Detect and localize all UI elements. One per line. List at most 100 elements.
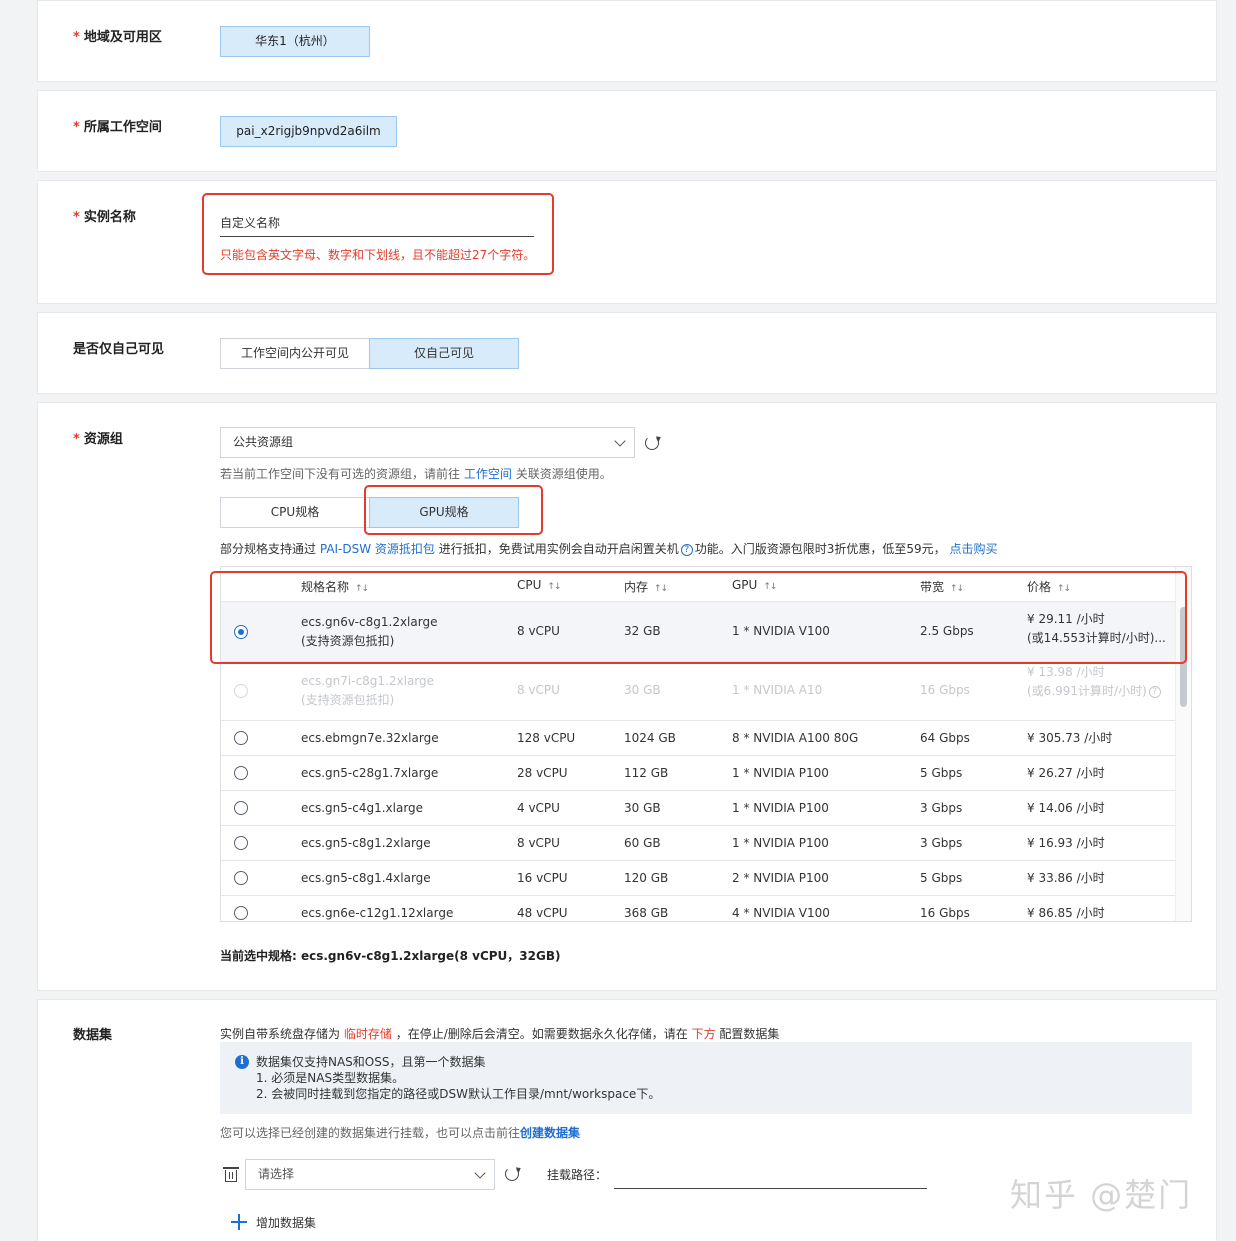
row-mem: 112 GB (624, 766, 669, 780)
row-name: ecs.gn5-c4g1.xlarge (301, 801, 424, 815)
row-cpu: 16 vCPU (517, 871, 568, 885)
region-chip[interactable]: 华东1（杭州） (220, 26, 370, 57)
row-gpu: 2 * NVIDIA P100 (732, 871, 829, 885)
selected-row-highlight (210, 571, 1187, 664)
resource-group-select[interactable]: 公共资源组 (220, 427, 635, 458)
resource-group-section: * 资源组 公共资源组 若当前工作空间下没有可选的资源组，请前往 工作空间 关联资… (37, 402, 1217, 991)
instance-name-hint: 只能包含英文字母、数字和下划线，且不能超过27个字符。 (220, 248, 536, 262)
row-price: ¥ 33.86 /小时 (1027, 871, 1105, 885)
row-bandwidth: 64 Gbps (920, 731, 970, 745)
row-price: ¥ 16.93 /小时 (1027, 836, 1105, 850)
row-radio[interactable] (234, 801, 248, 815)
resource-group-hint: 若当前工作空间下没有可选的资源组，请前往 工作空间 关联资源组使用。 (220, 467, 612, 481)
refresh-icon[interactable] (505, 1167, 519, 1181)
row-cpu: 28 vCPU (517, 766, 568, 780)
row-cpu: 48 vCPU (517, 906, 568, 920)
tab-cpu-spec[interactable]: CPU规格 (220, 497, 370, 528)
row-cpu: 8 vCPU (517, 836, 560, 850)
question-icon[interactable]: ? (1148, 686, 1161, 698)
workspace-label: * 所属工作空间 (73, 120, 162, 135)
row-radio[interactable] (234, 731, 248, 745)
row-radio[interactable] (234, 871, 248, 885)
row-price: ¥ 26.27 /小时 (1027, 766, 1105, 780)
resource-pack-link[interactable]: PAI-DSW 资源抵扣包 (320, 542, 435, 556)
row-cpu: 128 vCPU (517, 731, 576, 745)
instance-name-input[interactable]: 自定义名称 (220, 211, 534, 237)
mount-path-input[interactable] (614, 1162, 927, 1189)
row-mem: 120 GB (624, 871, 669, 885)
dataset-info-box: i 数据集仅支持NAS和OSS，且第一个数据集 1. 必须是NAS类型数据集。 … (220, 1042, 1192, 1114)
dataset-select[interactable]: 请选择 (245, 1159, 495, 1190)
visibility-section: 是否仅自己可见 工作空间内公开可见 仅自己可见 (37, 312, 1217, 394)
resource-group-label: * 资源组 (73, 432, 123, 447)
row-mem: 368 GB (624, 906, 669, 920)
table-row[interactable]: ecs.gn5-c8g1.2xlarge 8 vCPU 60 GB 1 * NV… (221, 826, 1176, 861)
row-bandwidth: 16 Gbps (920, 683, 970, 697)
visibility-option-private[interactable]: 仅自己可见 (369, 338, 519, 369)
instance-name-label: * 实例名称 (73, 210, 136, 225)
table-row[interactable]: ecs.gn6e-c12g1.12xlarge 48 vCPU 368 GB 4… (221, 896, 1176, 921)
region-section: * 地域及可用区 华东1（杭州） (37, 0, 1217, 82)
dataset-note: 实例自带系统盘存储为 临时存储 ，在停止/删除后会清空。如需要数据永久化存储，请… (220, 1027, 780, 1041)
table-row: ecs.gn7i-c8g1.2xlarge (支持资源包抵扣) 8 vCPU 30… (221, 662, 1176, 721)
region-label: * 地域及可用区 (73, 30, 162, 45)
info-line: 2. 会被同时挂载到您指定的路径或DSW默认工作目录/mnt/workspace… (256, 1087, 661, 1101)
row-gpu: 1 * NVIDIA P100 (732, 801, 829, 815)
row-radio (234, 684, 248, 698)
row-price: ¥ 86.85 /小时 (1027, 906, 1105, 920)
question-icon[interactable]: ? (680, 544, 693, 556)
dataset-select-placeholder: 请选择 (258, 1167, 295, 1181)
visibility-option-public[interactable]: 工作空间内公开可见 (220, 338, 370, 369)
mount-path-label: 挂载路径： (547, 1168, 608, 1182)
workspace-chip[interactable]: pai_x2rigjb9npvd2a6ilm (220, 116, 397, 147)
row-gpu: 1 * NVIDIA P100 (732, 766, 829, 780)
resource-group-value: 公共资源组 (233, 435, 294, 449)
instance-name-section: * 实例名称 自定义名称 只能包含英文字母、数字和下划线，且不能超过27个字符。 (37, 180, 1217, 304)
chevron-down-icon (614, 435, 626, 447)
visibility-label: 是否仅自己可见 (73, 342, 165, 357)
row-mem: 30 GB (624, 683, 661, 697)
row-bandwidth: 3 Gbps (920, 836, 963, 850)
row-bandwidth: 5 Gbps (920, 871, 963, 885)
row-gpu: 1 * NVIDIA A10 (732, 683, 823, 697)
create-dataset-link[interactable]: 创建数据集 (520, 1126, 580, 1140)
add-dataset-button[interactable]: 增加数据集 (256, 1214, 316, 1231)
watermark: 知乎 @楚门 (1010, 1176, 1193, 1214)
row-name: ecs.gn5-c28g1.7xlarge (301, 766, 439, 780)
trash-icon[interactable] (223, 1166, 239, 1182)
row-gpu: 8 * NVIDIA A100 80G (732, 731, 859, 745)
buy-link[interactable]: 点击购买 (950, 542, 998, 556)
row-name: ecs.gn6e-c12g1.12xlarge (301, 906, 454, 920)
row-name: ecs.gn5-c8g1.4xlarge (301, 871, 431, 885)
table-row[interactable]: ecs.gn5-c8g1.4xlarge 16 vCPU 120 GB 2 * … (221, 861, 1176, 896)
row-bandwidth: 16 Gbps (920, 906, 970, 920)
row-name: ecs.ebmgn7e.32xlarge (301, 731, 439, 745)
info-line: 1. 必须是NAS类型数据集。 (256, 1071, 405, 1085)
row-mem: 1024 GB (624, 731, 676, 745)
workspace-link[interactable]: 工作空间 (464, 467, 512, 481)
chevron-down-icon (474, 1167, 486, 1179)
row-cpu: 8 vCPU (517, 683, 560, 697)
current-spec: 当前选中规格: ecs.gn6v-c8g1.2xlarge(8 vCPU，32G… (220, 949, 561, 963)
gpu-tab-highlight (364, 485, 543, 535)
row-price: ¥ 14.06 /小时 (1027, 801, 1105, 815)
spec-notice: 部分规格支持通过 PAI-DSW 资源抵扣包 进行抵扣，免费试用实例会自动开启闲… (220, 542, 998, 556)
row-name: ecs.gn5-c8g1.2xlarge (301, 836, 431, 850)
row-mem: 30 GB (624, 801, 661, 815)
refresh-icon[interactable] (645, 436, 659, 450)
row-gpu: 1 * NVIDIA P100 (732, 836, 829, 850)
dataset-label: 数据集 (73, 1028, 113, 1043)
row-bandwidth: 5 Gbps (920, 766, 963, 780)
table-row[interactable]: ecs.ebmgn7e.32xlarge 128 vCPU 1024 GB 8 … (221, 721, 1176, 756)
row-radio[interactable] (234, 766, 248, 780)
info-line: 数据集仅支持NAS和OSS，且第一个数据集 (256, 1055, 486, 1069)
workspace-section: * 所属工作空间 pai_x2rigjb9npvd2a6ilm (37, 90, 1217, 172)
table-row[interactable]: ecs.gn5-c4g1.xlarge 4 vCPU 30 GB 1 * NVI… (221, 791, 1176, 826)
row-radio[interactable] (234, 906, 248, 920)
row-name: ecs.gn7i-c8g1.2xlarge (支持资源包抵扣) (301, 674, 435, 707)
table-row[interactable]: ecs.gn5-c28g1.7xlarge 28 vCPU 112 GB 1 *… (221, 756, 1176, 791)
plus-icon[interactable] (231, 1214, 247, 1230)
row-cpu: 4 vCPU (517, 801, 560, 815)
row-radio[interactable] (234, 836, 248, 850)
info-icon: i (235, 1055, 249, 1069)
